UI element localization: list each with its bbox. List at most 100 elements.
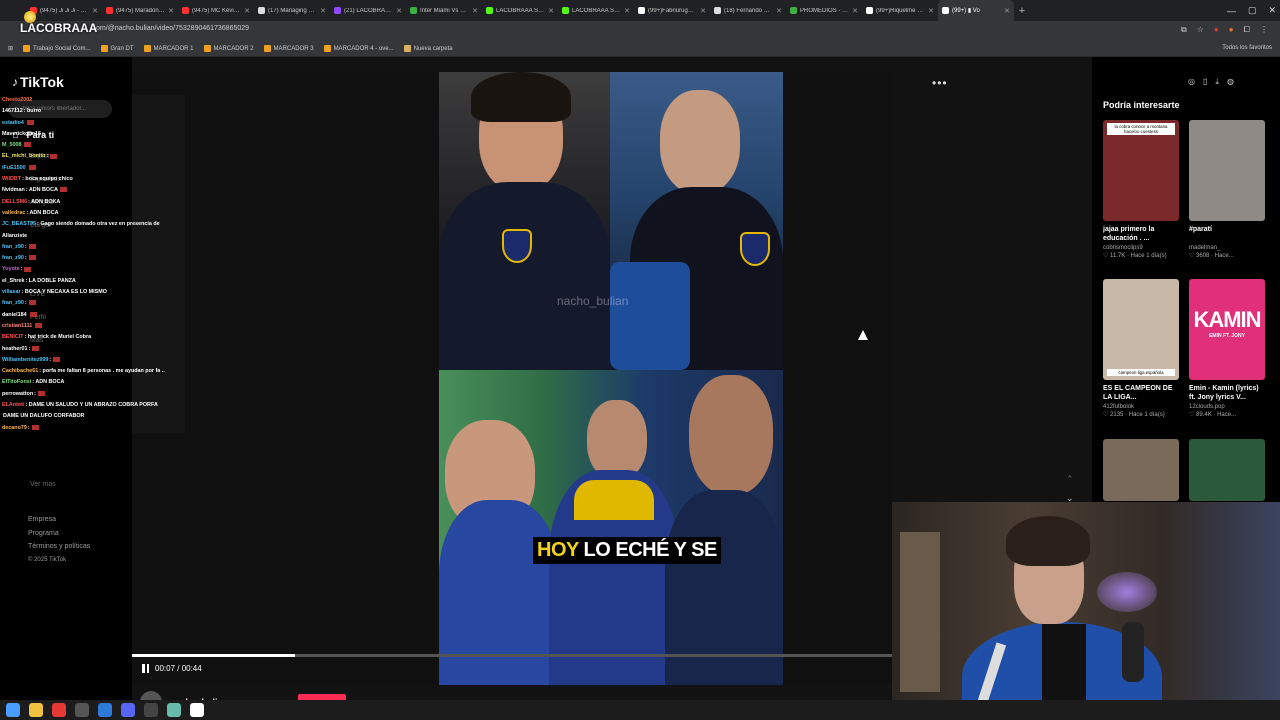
bookmark-item[interactable]: MARCADOR 2 bbox=[203, 45, 254, 52]
card-author[interactable]: 12clouds.pop bbox=[1189, 404, 1265, 410]
tiktok-logo[interactable]: ♪ TikTok bbox=[12, 74, 64, 90]
bookmark-item[interactable]: MARCADOR 1 bbox=[143, 45, 194, 52]
chat-username[interactable]: Nvidman bbox=[2, 187, 25, 193]
chat-username[interactable]: EL_michi_bonito bbox=[2, 153, 45, 159]
card-author[interactable]: 412futbolok bbox=[1103, 404, 1179, 410]
apps-icon[interactable]: ⊞ bbox=[8, 45, 13, 52]
close-tab-icon[interactable]: ✕ bbox=[776, 7, 782, 15]
more-dots-icon[interactable]: ••• bbox=[932, 76, 948, 90]
video-player[interactable]: nacho_bulian HOY LO ECHÉ Y SE bbox=[132, 72, 892, 685]
card-author[interactable]: cobrismoclips9 bbox=[1103, 245, 1179, 251]
chat-username[interactable]: heather01 bbox=[2, 346, 27, 352]
chat-username[interactable]: Cheeto2002 bbox=[2, 97, 32, 103]
chat-username[interactable]: valledrac bbox=[2, 210, 25, 216]
footer-link-terms[interactable]: Términos y políticas bbox=[28, 540, 90, 554]
app-icon[interactable] bbox=[167, 703, 181, 717]
pause-icon[interactable] bbox=[142, 664, 149, 673]
close-tab-icon[interactable]: ✕ bbox=[244, 7, 250, 15]
chat-username[interactable]: cristian1111 bbox=[2, 323, 32, 329]
video-thumbnail[interactable] bbox=[1189, 439, 1265, 501]
chat-username[interactable]: fran_z90 bbox=[2, 300, 24, 306]
browser-tab[interactable]: PROMEDIOS - Fútb ✕ bbox=[786, 0, 862, 21]
chat-username[interactable]: decano79 bbox=[2, 425, 27, 431]
menu-icon[interactable]: ⋮ bbox=[1260, 25, 1268, 35]
chat-username[interactable]: M_5008 bbox=[2, 142, 21, 148]
chat-username[interactable]: 1467112 bbox=[2, 108, 23, 114]
card-title[interactable]: jajaa primero la educación . ... bbox=[1103, 225, 1179, 243]
recommended-video-card[interactable]: KAMIN EMIN FT. JONY Emin - Kamin (lyrics) … bbox=[1189, 279, 1265, 418]
chat-username[interactable]: villasar bbox=[2, 289, 21, 295]
chat-username[interactable]: JC_BEAST95 bbox=[2, 221, 36, 227]
video-progress-bar[interactable] bbox=[132, 654, 892, 657]
app-icon[interactable] bbox=[75, 703, 89, 717]
chat-username[interactable]: Williambenitez999 bbox=[2, 357, 48, 363]
extension-icon[interactable]: ● bbox=[1229, 25, 1234, 35]
file-explorer-icon[interactable] bbox=[29, 703, 43, 717]
bookmark-item[interactable]: MARCADOR 4 - ove... bbox=[323, 45, 394, 52]
browser-tab[interactable]: LACOBRAAA Strea ✕ bbox=[482, 0, 558, 21]
footer-link-program[interactable]: Programa bbox=[28, 527, 90, 541]
shield-app-icon[interactable] bbox=[98, 703, 112, 717]
chat-username[interactable]: Yuyote bbox=[2, 266, 20, 272]
extension-icon[interactable]: ● bbox=[1214, 25, 1219, 35]
close-tab-icon[interactable]: ✕ bbox=[548, 7, 554, 15]
all-bookmarks[interactable]: Todos los favoritos bbox=[1222, 45, 1272, 51]
chat-username[interactable]: el_Shrek bbox=[2, 278, 24, 284]
card-title[interactable]: ES EL CAMPEON DE LA LIGA... bbox=[1103, 384, 1179, 402]
browser-tab[interactable]: (18) Fernando Esqu ✕ bbox=[710, 0, 786, 21]
chat-username[interactable]: Allanziste bbox=[2, 233, 27, 239]
video-thumbnail[interactable]: KAMIN EMIN FT. JONY bbox=[1189, 279, 1265, 380]
card-title[interactable]: Emin - Kamin (lyrics) ft. Jony lyrics V.… bbox=[1189, 384, 1265, 402]
minimize-icon[interactable]: — bbox=[1227, 6, 1236, 16]
close-tab-icon[interactable]: ✕ bbox=[92, 7, 98, 15]
video-thumbnail[interactable] bbox=[1103, 439, 1179, 501]
url-field[interactable]: om/@nacho.bulian/video/75328904617368650… bbox=[96, 25, 249, 32]
chat-username[interactable]: daniel184 bbox=[2, 312, 27, 318]
video-thumbnail[interactable]: campeon liga española bbox=[1103, 279, 1179, 380]
close-tab-icon[interactable]: ✕ bbox=[472, 7, 478, 15]
chat-username[interactable]: perrowatton bbox=[2, 391, 33, 397]
puzzle-icon[interactable]: ⧠ bbox=[1244, 25, 1250, 35]
browser-tab[interactable]: Inter Miami Vs Pum ✕ bbox=[406, 0, 482, 21]
recommended-video-card[interactable] bbox=[1103, 439, 1179, 501]
close-tab-icon[interactable]: ✕ bbox=[1004, 7, 1010, 15]
browser-tab[interactable]: (17) Managing Barc ✕ bbox=[254, 0, 330, 21]
download-icon[interactable]: ⤓ bbox=[1215, 77, 1219, 87]
sidebar-nav-item[interactable]: Ver más bbox=[30, 481, 56, 488]
close-tab-icon[interactable]: ✕ bbox=[852, 7, 858, 15]
profile-icon[interactable]: ◍ bbox=[1227, 77, 1234, 87]
phone-icon[interactable]: ▯ bbox=[1203, 77, 1207, 87]
recommended-video-card[interactable]: campeon liga española ES EL CAMPEON DE LA… bbox=[1103, 279, 1179, 418]
recommended-video-card[interactable]: la cobra conoce a montana haceloo cueste… bbox=[1103, 120, 1179, 259]
cast-icon[interactable]: ⧉ bbox=[1181, 25, 1187, 35]
browser-tab[interactable]: (9475) Ji Ji Ji - Esta ✕ bbox=[26, 0, 102, 21]
close-tab-icon[interactable]: ✕ bbox=[168, 7, 174, 15]
close-tab-icon[interactable]: ✕ bbox=[700, 7, 706, 15]
close-icon[interactable]: ✕ bbox=[1268, 5, 1276, 16]
tiktok-app-icon[interactable] bbox=[190, 703, 204, 717]
browser-tab[interactable]: (99+)Fabriuruguay ✕ bbox=[634, 0, 710, 21]
bookmark-item[interactable]: Nueva carpeta bbox=[403, 45, 453, 52]
windows-start-icon[interactable] bbox=[6, 703, 20, 717]
chat-username[interactable]: Maverickgun15 bbox=[2, 131, 41, 137]
browser-tab[interactable]: (21) LACOBRAAA - ✕ bbox=[330, 0, 406, 21]
chrome-icon[interactable] bbox=[52, 703, 66, 717]
chevron-up-icon[interactable]: ⌃ bbox=[1066, 474, 1074, 485]
card-title[interactable]: #paratí bbox=[1189, 225, 1265, 243]
bookmark-item[interactable]: MARCADOR 3 bbox=[263, 45, 314, 52]
video-thumbnail[interactable]: la cobra conoce a montana haceloo cueste… bbox=[1103, 120, 1179, 221]
chat-username[interactable]: WilDBT bbox=[2, 176, 21, 182]
browser-tab[interactable]: (9475) MC Kevinho ✕ bbox=[178, 0, 254, 21]
browser-tab[interactable]: (9475) Maradona: " ✕ bbox=[102, 0, 178, 21]
bookmark-item[interactable]: Gran DT bbox=[100, 45, 134, 52]
footer-link-company[interactable]: Empresa bbox=[28, 513, 90, 527]
chat-username[interactable]: fran_z90 bbox=[2, 244, 24, 250]
bookmark-item[interactable]: Trabajo Social Com... bbox=[23, 45, 91, 52]
obs-icon[interactable] bbox=[144, 703, 158, 717]
discord-icon[interactable] bbox=[121, 703, 135, 717]
chat-username[interactable]: fran_z90 bbox=[2, 255, 24, 261]
close-tab-icon[interactable]: ✕ bbox=[624, 7, 630, 15]
chat-username[interactable]: Cachibache61 bbox=[2, 368, 38, 374]
browser-tab[interactable]: (99+)Riquelme Me ✕ bbox=[862, 0, 938, 21]
recommended-video-card[interactable]: #paratí madelman_ ♡ 3608 · Hace... bbox=[1189, 120, 1265, 259]
